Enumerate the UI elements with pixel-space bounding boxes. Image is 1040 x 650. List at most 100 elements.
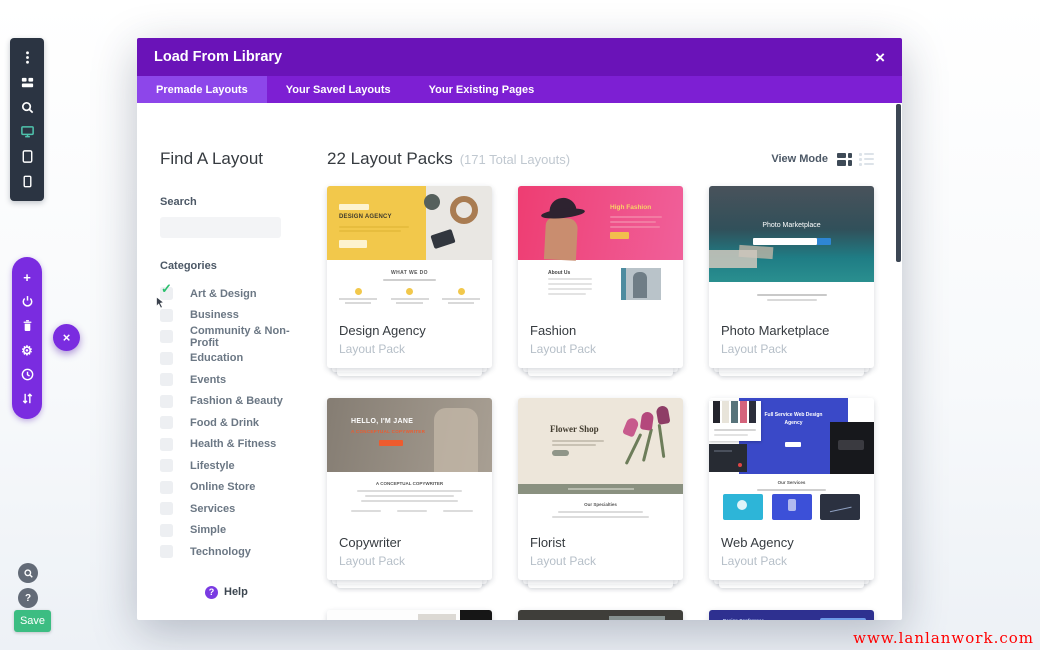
page-help-button[interactable]: ? <box>18 588 38 608</box>
modal-header: Load From Library × <box>137 38 902 76</box>
category-health-fitness[interactable]: Health & Fitness <box>160 434 305 456</box>
card-title: Florist <box>530 535 671 550</box>
thumbnail-pottery-studio: Pottery Studio <box>518 610 683 620</box>
layout-card-photo-marketplace[interactable]: Photo Marketplace Photo Marketplace Layo… <box>709 186 874 368</box>
card-type: Layout Pack <box>339 554 480 568</box>
tab-premade-layouts[interactable]: Premade Layouts <box>137 76 267 103</box>
layout-card-design-agency[interactable]: DESIGN AGENCY WHAT WE DO <box>327 186 492 368</box>
category-events[interactable]: Events <box>160 369 305 391</box>
save-button[interactable]: Save <box>14 610 51 632</box>
card-type: Layout Pack <box>339 342 480 356</box>
checkbox[interactable] <box>160 481 173 494</box>
layout-card-interior-design[interactable]: Elegance in Interior Design <box>327 610 492 620</box>
thumbnail-copywriter: HELLO, I'M JANE A CONCEPTUAL COPYWRITER … <box>327 398 492 526</box>
category-services[interactable]: Services <box>160 498 305 520</box>
card-title: Photo Marketplace <box>721 323 862 338</box>
builder-toolbar-purple: + ⚙ <box>12 257 42 419</box>
layout-card-web-agency[interactable]: Full Service Web Design Agency <box>709 398 874 580</box>
history-clock-icon[interactable] <box>19 366 35 382</box>
layout-card-florist[interactable]: Flower Shop <box>518 398 683 580</box>
wireframe-view-icon[interactable] <box>19 74 35 90</box>
results-title: 22 Layout Packs <box>327 149 453 169</box>
category-list: ✓ Art & Design Business Community & Non-… <box>160 283 305 563</box>
checkmark-icon: ✓ <box>161 281 172 297</box>
category-technology[interactable]: Technology <box>160 541 305 563</box>
help-link[interactable]: ? Help <box>205 586 305 599</box>
category-art-design[interactable]: ✓ Art & Design <box>160 283 305 305</box>
more-options-icon[interactable] <box>19 49 35 65</box>
card-type: Layout Pack <box>721 554 862 568</box>
grid-view-icon[interactable] <box>837 153 852 166</box>
thumbnail-interior-design: Elegance in Interior Design <box>327 610 492 620</box>
layout-pack-grid: DESIGN AGENCY WHAT WE DO <box>327 186 874 620</box>
watermark: www.lanlanwork.com <box>853 629 1034 647</box>
close-icon[interactable]: × <box>875 49 885 66</box>
thumbnail-florist: Flower Shop <box>518 398 683 526</box>
layout-results-panel: 22 Layout Packs (171 Total Layouts) View… <box>305 103 902 620</box>
view-mode-label: View Mode <box>771 153 828 165</box>
desktop-view-icon[interactable] <box>19 124 35 140</box>
tablet-view-icon[interactable] <box>19 149 35 165</box>
modal-tabs: Premade Layouts Your Saved Layouts Your … <box>137 76 902 103</box>
search-label: Search <box>160 196 305 208</box>
close-builder-button[interactable]: × <box>53 324 80 351</box>
categories-label: Categories <box>160 260 305 272</box>
thumbnail-photo-marketplace: Photo Marketplace <box>709 186 874 314</box>
layout-card-copywriter[interactable]: HELLO, I'M JANE A CONCEPTUAL COPYWRITER … <box>327 398 492 580</box>
checkbox[interactable] <box>160 373 173 386</box>
checkbox[interactable] <box>160 502 173 515</box>
load-from-library-modal: Load From Library × Premade Layouts Your… <box>137 38 902 620</box>
card-type: Layout Pack <box>530 554 671 568</box>
tab-your-saved-layouts[interactable]: Your Saved Layouts <box>267 76 410 103</box>
help-icon: ? <box>205 586 218 599</box>
card-title: Copywriter <box>339 535 480 550</box>
builder-toolbar-dark <box>10 38 44 201</box>
thumbnail-web-agency: Full Service Web Design Agency <box>709 398 874 526</box>
modal-title: Load From Library <box>154 49 875 65</box>
sidebar-heading: Find A Layout <box>160 149 305 169</box>
thumbnail-design-conference: Design Conference <box>709 610 874 620</box>
add-icon[interactable]: + <box>19 269 35 285</box>
card-title: Design Agency <box>339 323 480 338</box>
layout-card-design-conference[interactable]: Design Conference <box>709 610 874 620</box>
tab-your-existing-pages[interactable]: Your Existing Pages <box>410 76 554 103</box>
layout-filter-sidebar: Find A Layout Search Categories ✓ Art & … <box>137 103 305 620</box>
search-input[interactable] <box>160 217 281 238</box>
checkbox[interactable] <box>160 459 173 472</box>
card-title: Web Agency <box>721 535 862 550</box>
results-count: (171 Total Layouts) <box>460 152 570 167</box>
zoom-view-icon[interactable] <box>19 99 35 115</box>
category-business[interactable]: Business <box>160 305 305 327</box>
layout-card-fashion[interactable]: High Fashion About Us <box>518 186 683 368</box>
category-fashion-beauty[interactable]: Fashion & Beauty <box>160 391 305 413</box>
category-food-drink[interactable]: Food & Drink <box>160 412 305 434</box>
trash-icon[interactable] <box>19 318 35 334</box>
checkbox[interactable] <box>160 545 173 558</box>
page-zoom-button[interactable] <box>18 563 38 583</box>
sort-arrows-icon[interactable] <box>19 391 35 407</box>
checkbox[interactable] <box>160 330 173 343</box>
checkbox[interactable] <box>160 352 173 365</box>
card-title: Fashion <box>530 323 671 338</box>
phone-view-icon[interactable] <box>19 174 35 190</box>
settings-gear-icon[interactable]: ⚙ <box>19 342 35 358</box>
category-online-store[interactable]: Online Store <box>160 477 305 499</box>
category-education[interactable]: Education <box>160 348 305 370</box>
checkbox[interactable] <box>160 438 173 451</box>
checkbox[interactable] <box>160 395 173 408</box>
checkbox[interactable] <box>160 309 173 322</box>
category-community-non-profit[interactable]: Community & Non-Profit <box>160 326 305 348</box>
checkbox[interactable] <box>160 524 173 537</box>
modal-body: Find A Layout Search Categories ✓ Art & … <box>137 103 902 620</box>
checkbox-checked[interactable]: ✓ <box>160 287 173 300</box>
thumbnail-fashion: High Fashion About Us <box>518 186 683 314</box>
category-simple[interactable]: Simple <box>160 520 305 542</box>
portability-icon[interactable] <box>19 293 35 309</box>
list-view-icon[interactable] <box>859 153 874 166</box>
checkbox[interactable] <box>160 416 173 429</box>
layout-card-pottery-studio[interactable]: Pottery Studio <box>518 610 683 620</box>
card-type: Layout Pack <box>721 342 862 356</box>
thumbnail-design-agency: DESIGN AGENCY WHAT WE DO <box>327 186 492 314</box>
modal-scrollbar[interactable] <box>896 104 901 262</box>
category-lifestyle[interactable]: Lifestyle <box>160 455 305 477</box>
